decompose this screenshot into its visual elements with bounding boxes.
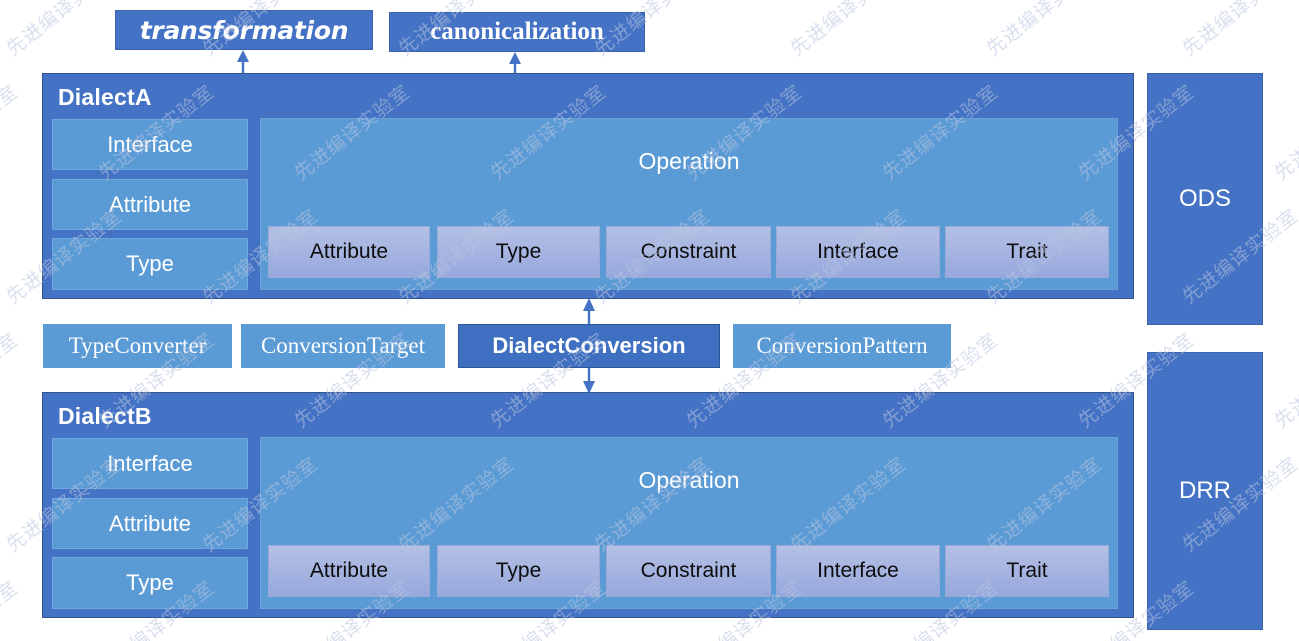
side-panel-drr[interactable]: DRR [1147,352,1263,630]
dialect-a-chip-interface-label: Interface [817,240,899,263]
dialect-a-chip-type-label: Type [495,240,542,263]
dialect-a-chip-attribute-label: Attribute [309,240,389,263]
pass-box-transformation-label: transformation [139,15,349,45]
dialect-a-member-type-label: Type [126,251,174,276]
dialect-b-chip-type[interactable]: Type [437,545,600,597]
dialect-b-chip-attribute-label: Attribute [309,559,389,582]
dialect-b-chip-trait[interactable]: Trait [945,545,1109,597]
dialect-a-chip-interface[interactable]: Interface [776,226,940,278]
dialect-a-operation-label: Operation [638,148,740,174]
dialect-a-member-type[interactable]: Type [52,238,248,290]
dialect-b-chip-interface-label: Interface [817,559,899,582]
dialect-a-chip-trait[interactable]: Trait [945,226,1109,278]
dialect-a-chip-type[interactable]: Type [437,226,600,278]
dialect-b-chip-interface[interactable]: Interface [776,545,940,597]
dialect-b-member-attribute-label: Attribute [109,510,191,536]
side-panel-drr-label: DRR [1179,477,1231,504]
side-panel-ods[interactable]: ODS [1147,73,1263,325]
conversion-target-label: ConversionTarget [260,333,426,358]
dialect-b-operation-label: Operation [638,467,740,493]
arrow-to-transformation [237,50,249,73]
conversion-type-converter[interactable]: TypeConverter [43,324,232,368]
dialect-a-member-attribute-label: Attribute [109,191,191,217]
pass-box-canonicalization-label: canonicalization [430,18,604,45]
conversion-dialect-conversion-label: DialectConversion [492,333,686,358]
dialect-a-chip-constraint-label: Constraint [640,240,737,263]
dialect-b-chip-attribute[interactable]: Attribute [268,545,430,597]
dialect-b-chip-constraint[interactable]: Constraint [606,545,771,597]
dialect-b-member-interface[interactable]: Interface [52,438,248,489]
dialect-b-chip-type-label: Type [495,559,542,582]
dialect-a-chip-attribute[interactable]: Attribute [268,226,430,278]
dialect-b-member-type[interactable]: Type [52,557,248,609]
watermark-text: 先进编译实验室 [0,576,23,641]
conversion-target[interactable]: ConversionTarget [241,324,445,368]
dialect-b-member-type-label: Type [126,570,174,595]
dialect-a-chip-constraint[interactable]: Constraint [606,226,771,278]
watermark-text: 先进编译实验室 [786,0,911,61]
watermark-text: 先进编译实验室 [0,328,23,433]
dialect-a-chip-trait-label: Trait [1006,240,1048,263]
dialect-b-title: DialectB [58,403,152,429]
dialect-a-member-interface[interactable]: Interface [52,119,248,170]
dialect-a-title: DialectA [58,84,152,110]
watermark-text: 先进编译实验室 [1270,328,1299,433]
watermark-text: 先进编译实验室 [1178,0,1299,61]
dialect-b-member-interface-label: Interface [107,450,193,476]
pass-box-transformation[interactable]: transformation [115,10,373,50]
dialect-a-member-interface-label: Interface [107,131,193,157]
conversion-pattern[interactable]: ConversionPattern [733,324,951,368]
watermark-text: 先进编译实验室 [982,0,1107,61]
dialect-b-member-attribute[interactable]: Attribute [52,498,248,549]
arrow-to-canonicalization [509,52,521,73]
watermark-text: 先进编译实验室 [1270,80,1299,185]
side-panel-ods-label: ODS [1178,185,1231,212]
dialect-b-chip-trait-label: Trait [1006,559,1048,582]
dialect-b-chip-constraint-label: Constraint [640,559,737,582]
conversion-dialect-conversion[interactable]: DialectConversion [458,324,720,368]
pass-box-canonicalization[interactable]: canonicalization [389,12,645,52]
conversion-type-converter-label: TypeConverter [68,333,207,358]
dialect-a-member-attribute[interactable]: Attribute [52,179,248,230]
watermark-text: 先进编译实验室 [2,0,127,61]
conversion-pattern-label: ConversionPattern [756,333,928,358]
watermark-text: 先进编译实验室 [1270,576,1299,641]
watermark-text: 先进编译实验室 [0,80,23,185]
